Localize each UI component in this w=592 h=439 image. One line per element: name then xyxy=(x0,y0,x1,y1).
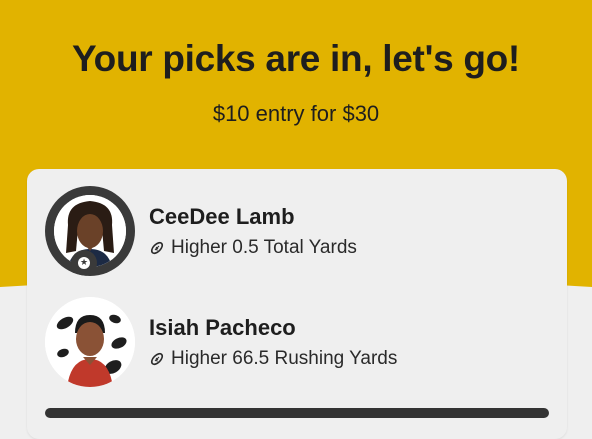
pick-line: Higher 0.5 Total Yards xyxy=(149,237,357,259)
star-icon: ★ xyxy=(78,257,90,269)
page-title: Your picks are in, let's go! xyxy=(72,38,520,79)
football-icon xyxy=(150,241,164,255)
pick-text: Higher 0.5 Total Yards xyxy=(171,237,357,258)
player-name: Isiah Pacheco xyxy=(149,315,296,340)
pick-text: Higher 66.5 Rushing Yards xyxy=(171,348,398,369)
player-avatar: ★ xyxy=(45,186,135,276)
entry-subtitle: $10 entry for $30 xyxy=(212,101,380,126)
player-avatar xyxy=(45,297,135,387)
picks-card: ★ CeeDee Lamb Higher 0.5 Total Yards Isi… xyxy=(27,169,567,439)
pick-line: Higher 66.5 Rushing Yards xyxy=(149,348,397,370)
star-badge: ★ xyxy=(71,250,97,276)
player-headshot xyxy=(45,297,135,387)
action-button[interactable] xyxy=(45,408,549,418)
pick-row[interactable]: ★ CeeDee Lamb Higher 0.5 Total Yards xyxy=(27,186,567,286)
football-icon xyxy=(150,352,164,366)
pick-row[interactable]: Isiah Pacheco Higher 66.5 Rushing Yards xyxy=(27,297,567,397)
player-name: CeeDee Lamb xyxy=(149,204,295,229)
